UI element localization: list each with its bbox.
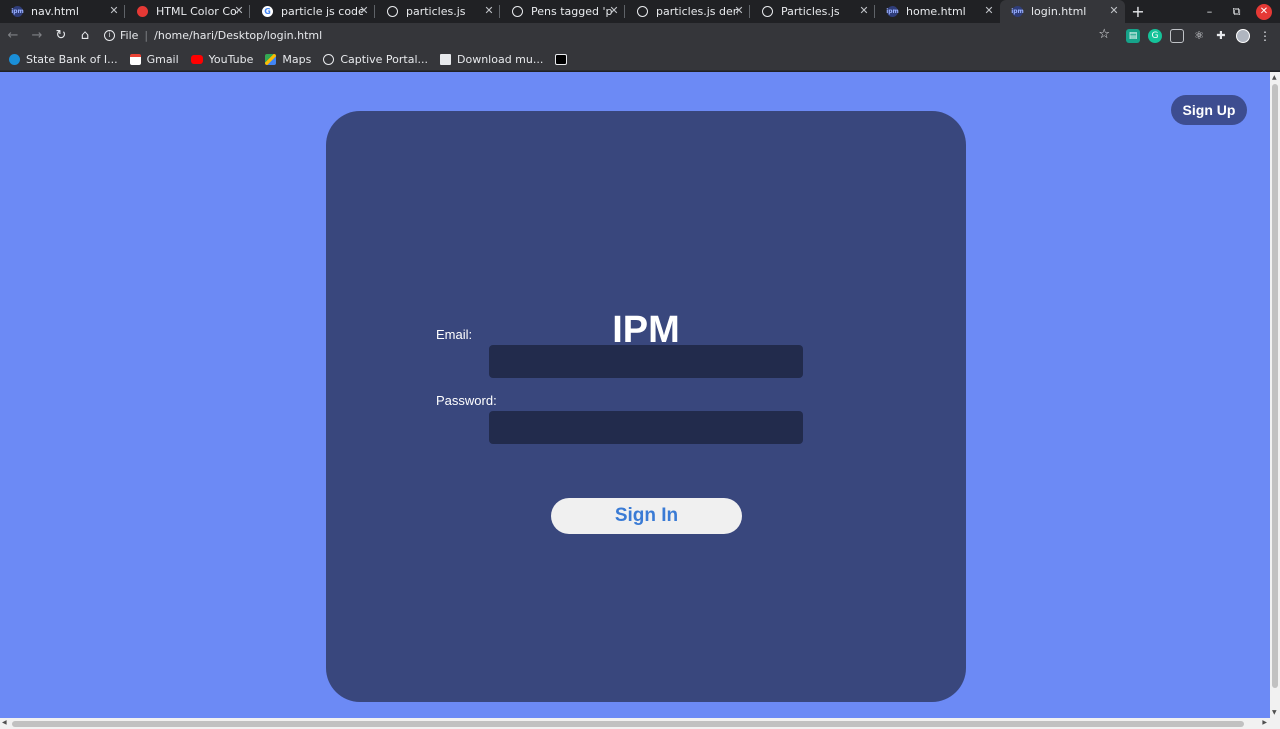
bookmark-download[interactable]: Download mu... xyxy=(440,53,543,66)
bookmarks-bar: State Bank of I... Gmail YouTube Maps Ca… xyxy=(0,48,1280,71)
password-label: Password: xyxy=(436,393,497,408)
codepen-favicon-icon xyxy=(762,6,773,17)
codepen-favicon-icon xyxy=(512,6,523,17)
horizontal-scrollbar[interactable]: ◀ ▶ xyxy=(0,718,1280,729)
horizontal-scroll-thumb[interactable] xyxy=(12,721,1244,727)
close-icon[interactable]: ✕ xyxy=(358,5,370,17)
bookmark-gmail[interactable]: Gmail xyxy=(129,52,179,66)
window-close-icon[interactable]: ✕ xyxy=(1256,3,1272,20)
sbi-icon xyxy=(9,53,20,65)
window-controls: – ⧉ ✕ xyxy=(1196,0,1280,23)
ipm-favicon-icon: ipm xyxy=(886,6,899,17)
google-favicon-icon: G xyxy=(262,6,273,17)
scroll-down-icon[interactable]: ▼ xyxy=(1272,709,1277,716)
url-separator: | xyxy=(144,29,149,42)
url-scheme: File xyxy=(120,29,139,42)
bookmark-label: Captive Portal... xyxy=(340,52,428,66)
codepen-favicon-icon xyxy=(637,6,648,17)
new-tab-button[interactable]: + xyxy=(1125,0,1151,23)
m-bookmark-icon xyxy=(555,53,568,65)
info-icon[interactable]: i xyxy=(104,30,115,41)
tab-home-html[interactable]: ipm home.html ✕ xyxy=(875,0,1000,23)
close-icon[interactable]: ✕ xyxy=(483,5,495,17)
tab-title: Particles.js xyxy=(781,5,840,18)
vertical-scrollbar[interactable]: ▲ ▼ xyxy=(1270,72,1280,718)
tab-title: nav.html xyxy=(31,5,79,18)
page-viewport: Sign Up IPM Email: Password: Sign In xyxy=(0,72,1270,718)
close-icon[interactable]: ✕ xyxy=(858,5,870,17)
restore-icon[interactable]: ⧉ xyxy=(1223,5,1250,19)
maps-icon xyxy=(265,53,277,65)
email-field[interactable] xyxy=(489,345,803,378)
vertical-scroll-thumb[interactable] xyxy=(1272,84,1278,688)
bookmark-m[interactable] xyxy=(555,53,573,65)
sign-up-button[interactable]: Sign Up xyxy=(1171,95,1247,125)
bookmark-star-icon[interactable]: ☆ xyxy=(1098,27,1110,42)
tab-particles-js[interactable]: particles.js ✕ xyxy=(375,0,500,23)
scroll-right-icon[interactable]: ▶ xyxy=(1262,719,1267,726)
tab-title: login.html xyxy=(1031,5,1087,18)
bookmark-label: Maps xyxy=(282,52,312,66)
extensions-puzzle-icon[interactable]: ✚ xyxy=(1214,29,1228,43)
bookmark-label: YouTube xyxy=(208,52,254,66)
tab-title: home.html xyxy=(906,5,966,18)
sign-in-button[interactable]: Sign In xyxy=(551,498,742,534)
tab-particles-js-demo[interactable]: particles.js demo ✕ xyxy=(625,0,750,23)
bookmark-maps[interactable]: Maps xyxy=(265,53,311,66)
home-icon[interactable]: ⌂ xyxy=(74,28,96,43)
bookmark-label: Gmail xyxy=(146,52,179,66)
tab-nav-html[interactable]: ipm nav.html ✕ xyxy=(0,0,125,23)
tab-particles-js-2[interactable]: Particles.js ✕ xyxy=(750,0,875,23)
gmail-icon xyxy=(129,53,141,65)
password-field[interactable] xyxy=(489,411,803,444)
bookmark-captive-portal[interactable]: Captive Portal... xyxy=(323,53,428,66)
login-card: IPM Email: Password: Sign In xyxy=(326,111,966,702)
youtube-icon xyxy=(190,54,203,64)
kebab-menu-icon[interactable]: ⋮ xyxy=(1258,29,1272,43)
close-icon[interactable]: ✕ xyxy=(1108,5,1120,17)
tab-particle-js-codepen[interactable]: G particle js codepen ✕ xyxy=(250,0,375,23)
tab-title: particles.js xyxy=(406,5,466,18)
scroll-left-icon[interactable]: ◀ xyxy=(2,719,7,726)
browser-toolbar: ← → ↻ ⌂ i File | /home/hari/Desktop/logi… xyxy=(0,23,1280,48)
minimize-icon[interactable]: – xyxy=(1196,5,1223,18)
tab-title: particle js codepen xyxy=(281,5,363,18)
codepen-favicon-icon xyxy=(387,6,398,17)
ipm-favicon-icon: ipm xyxy=(1011,6,1024,17)
captive-portal-icon xyxy=(323,53,335,65)
tab-title: Pens tagged 'particles' xyxy=(531,5,613,18)
extensions-area: ▤ G ⚛ ✚ ⋮ xyxy=(1126,23,1272,48)
tab-html-color-codes[interactable]: HTML Color Codes ✕ xyxy=(125,0,250,23)
bookmark-label: Download mu... xyxy=(457,52,544,66)
close-icon[interactable]: ✕ xyxy=(733,5,745,17)
bookmark-sbi[interactable]: State Bank of I... xyxy=(9,53,118,66)
reload-icon[interactable]: ↻ xyxy=(50,28,72,43)
email-label: Email: xyxy=(436,327,473,342)
back-icon[interactable]: ← xyxy=(2,28,24,43)
download-icon xyxy=(440,53,451,65)
tab-strip: ipm nav.html ✕ HTML Color Codes ✕ G part… xyxy=(0,0,1280,23)
close-icon[interactable]: ✕ xyxy=(983,5,995,17)
forward-icon[interactable]: → xyxy=(26,28,48,43)
bookmark-label: State Bank of I... xyxy=(26,52,118,66)
grammarly-icon[interactable]: G xyxy=(1148,28,1162,43)
close-icon[interactable]: ✕ xyxy=(233,5,245,17)
react-devtools-icon[interactable]: ⚛ xyxy=(1192,29,1206,43)
extension-grey-icon[interactable] xyxy=(1170,28,1184,43)
extension-teal-icon[interactable]: ▤ xyxy=(1126,28,1140,43)
ipm-favicon-icon: ipm xyxy=(11,6,24,17)
address-bar[interactable]: i File | /home/hari/Desktop/login.html ☆ xyxy=(96,23,1118,48)
profile-avatar[interactable] xyxy=(1236,28,1250,43)
close-icon[interactable]: ✕ xyxy=(608,5,620,17)
tab-title: HTML Color Codes xyxy=(156,5,238,18)
url-text[interactable]: /home/hari/Desktop/login.html xyxy=(154,29,322,42)
tab-login-html[interactable]: ipm login.html ✕ xyxy=(1000,0,1125,23)
html-color-favicon-icon xyxy=(137,6,148,17)
scroll-up-icon[interactable]: ▲ xyxy=(1272,74,1277,81)
tab-pens-tagged[interactable]: Pens tagged 'particles' ✕ xyxy=(500,0,625,23)
tab-title: particles.js demo xyxy=(656,5,738,18)
close-icon[interactable]: ✕ xyxy=(108,5,120,17)
bookmark-youtube[interactable]: YouTube xyxy=(190,52,254,66)
